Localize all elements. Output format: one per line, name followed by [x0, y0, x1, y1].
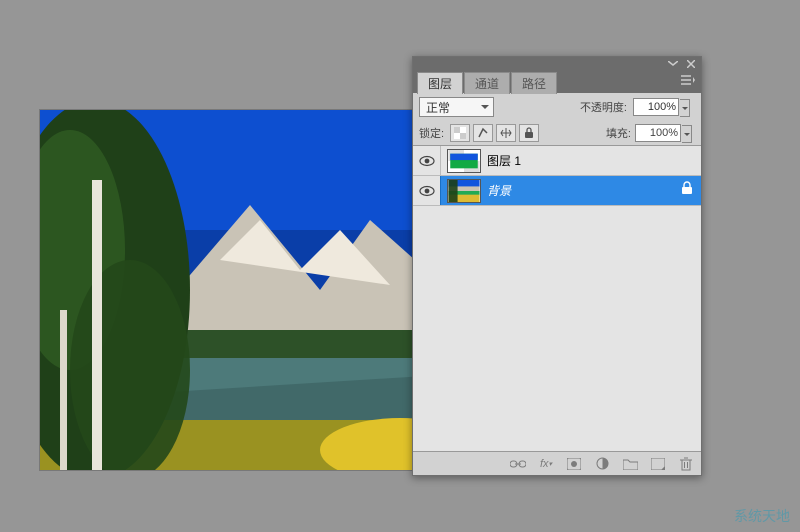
layer-thumbnail — [447, 179, 481, 203]
opacity-field[interactable]: 100% — [633, 98, 679, 116]
close-icon[interactable] — [685, 59, 697, 69]
fill-value: 100% — [650, 127, 678, 139]
delete-layer-icon[interactable] — [677, 455, 695, 473]
layers-panel: 图层 通道 路径 正常 不透明度: 100% 锁定: — [412, 56, 702, 476]
layer-thumbnail — [447, 149, 481, 173]
lock-fill-row: 锁定: 填充: 100% — [413, 121, 701, 145]
layer-mask-icon[interactable] — [565, 455, 583, 473]
panel-tabs: 图层 通道 路径 — [413, 71, 701, 93]
chevron-down-icon[interactable] — [682, 125, 692, 143]
visibility-toggle[interactable] — [413, 176, 441, 205]
link-layers-icon[interactable] — [509, 455, 527, 473]
fill-label: 填充: — [606, 125, 631, 141]
layer-name: 图层 1 — [487, 152, 701, 169]
lock-position-icon[interactable] — [496, 124, 516, 142]
fill-field[interactable]: 100% — [635, 124, 681, 142]
tab-paths[interactable]: 路径 — [511, 72, 557, 94]
layer-row[interactable]: 背景 — [413, 176, 701, 206]
blend-mode-select[interactable]: 正常 — [419, 97, 494, 117]
layer-fx-icon[interactable]: fx▾ — [537, 455, 555, 473]
layer-name: 背景 — [487, 182, 681, 199]
panel-footer: fx▾ — [413, 451, 701, 475]
tab-layers[interactable]: 图层 — [417, 72, 463, 94]
lock-all-icon[interactable] — [519, 124, 539, 142]
lock-pixels-icon[interactable] — [473, 124, 493, 142]
chevron-down-icon[interactable] — [680, 99, 690, 117]
panel-menu-icon[interactable] — [681, 72, 695, 93]
blend-opacity-row: 正常 不透明度: 100% — [413, 93, 701, 121]
layer-list: 图层 1 背景 — [413, 145, 701, 451]
layer-row[interactable]: 图层 1 — [413, 146, 701, 176]
visibility-toggle[interactable] — [413, 146, 441, 175]
lock-icon — [681, 181, 693, 200]
opacity-label: 不透明度: — [580, 99, 627, 115]
new-layer-icon[interactable] — [649, 455, 667, 473]
eye-icon — [419, 185, 435, 197]
adjustment-layer-icon[interactable] — [593, 455, 611, 473]
watermark: 系统天地 — [734, 506, 790, 526]
panel-titlebar — [413, 57, 701, 71]
opacity-value: 100% — [648, 101, 676, 113]
collapse-icon[interactable] — [667, 59, 679, 69]
new-group-icon[interactable] — [621, 455, 639, 473]
tab-channels[interactable]: 通道 — [464, 72, 510, 94]
lock-label: 锁定: — [419, 125, 444, 141]
lock-transparency-icon[interactable] — [450, 124, 470, 142]
eye-icon — [419, 155, 435, 167]
blend-mode-value: 正常 — [426, 99, 450, 116]
